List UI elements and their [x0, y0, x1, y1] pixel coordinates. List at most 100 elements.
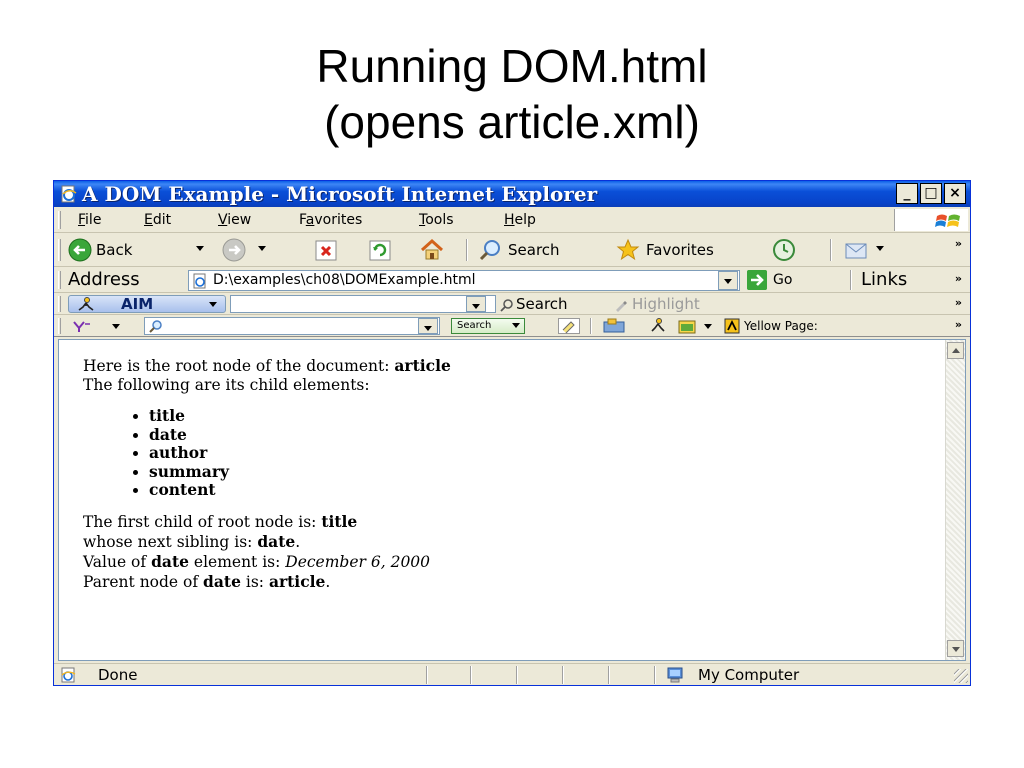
status-bar: Done My Computer — [54, 663, 970, 685]
child-element-name: date — [149, 424, 187, 444]
yellow-pages-button[interactable]: Yellow Page: — [744, 317, 818, 335]
root-node-line: Here is the root node of the document: a… — [83, 356, 933, 376]
child-elements-intro: The following are its child elements: — [83, 376, 370, 394]
standard-toolbar: Back Search Favorites » — [54, 233, 970, 267]
aim-chevron[interactable]: » — [955, 296, 962, 309]
aim-highlight-button[interactable]: Highlight — [632, 294, 700, 314]
resize-grip-icon[interactable] — [954, 669, 968, 683]
child-element-name: content — [149, 480, 216, 499]
aim-search-dropdown-button[interactable] — [466, 296, 486, 312]
highlighter-icon[interactable] — [614, 298, 628, 312]
document-viewport[interactable]: Here is the root node of the document: a… — [58, 339, 966, 661]
menu-favorites[interactable]: Favorites — [299, 211, 362, 229]
go-label: Go — [773, 272, 793, 288]
yahoo-chevron[interactable]: » — [955, 318, 962, 331]
security-zone-text: My Computer — [698, 666, 800, 684]
value-text: December 6, 2000 — [285, 552, 431, 571]
first-child-prefix: The first child of root node is: — [83, 512, 322, 531]
yahoo-search-input[interactable] — [144, 317, 440, 335]
sibling-prefix: whose next sibling is: — [83, 532, 258, 551]
maximize-button[interactable]: □ — [920, 183, 942, 204]
favorites-star-icon[interactable] — [616, 238, 640, 262]
window-titlebar[interactable]: A DOM Example - Microsoft Internet Explo… — [54, 181, 970, 207]
parent-mid: is: — [240, 572, 269, 591]
ie-page-icon — [193, 273, 206, 289]
menu-edit[interactable]: Edit — [144, 211, 171, 229]
back-button[interactable]: Back — [96, 238, 132, 262]
links-button[interactable]: Links — [861, 269, 907, 291]
yahoo-search-button[interactable]: Search — [451, 318, 525, 334]
toolbar-grip[interactable] — [58, 318, 61, 334]
browser-window: A DOM Example - Microsoft Internet Explo… — [53, 180, 971, 686]
home-icon[interactable] — [420, 238, 444, 262]
status-divider — [608, 666, 610, 684]
magnifier-icon[interactable] — [500, 298, 514, 312]
status-divider — [654, 666, 656, 684]
menu-view[interactable]: View — [218, 211, 251, 229]
aim-search-button[interactable]: Search — [516, 294, 568, 314]
menu-tools-label: ools — [425, 212, 454, 228]
mail-dropdown-icon[interactable] — [876, 246, 884, 251]
address-input[interactable]: D:\examples\ch08\DOMExample.html — [188, 270, 740, 291]
yahoo-dropdown-icon[interactable] — [112, 324, 120, 329]
favorites-button[interactable]: Favorites — [646, 238, 714, 262]
window-title: A DOM Example - Microsoft Internet Explo… — [82, 182, 598, 206]
value-prefix: Value of — [83, 552, 152, 571]
messenger-icon[interactable] — [650, 318, 666, 334]
toolbar-grip[interactable] — [58, 271, 61, 289]
back-dropdown-icon[interactable] — [196, 246, 204, 251]
vertical-scrollbar[interactable] — [945, 340, 965, 660]
minimize-button[interactable]: _ — [896, 183, 918, 204]
stop-icon[interactable] — [314, 238, 338, 262]
history-icon[interactable] — [772, 238, 796, 262]
back-arrow-icon[interactable] — [68, 238, 92, 262]
scroll-up-button[interactable] — [947, 342, 964, 359]
address-dropdown-button[interactable] — [718, 271, 738, 290]
menu-edit-label: dit — [152, 212, 172, 228]
windows-flag-icon — [935, 214, 960, 227]
list-item: author — [149, 443, 933, 463]
list-item: content — [149, 480, 933, 500]
ie-page-icon — [61, 667, 76, 683]
highlighter-icon[interactable] — [558, 318, 580, 334]
chevron-down-icon — [512, 323, 520, 328]
magnifier-icon — [149, 320, 162, 333]
toolbar-grip[interactable] — [58, 239, 61, 261]
calendar-dropdown-icon[interactable] — [704, 324, 712, 329]
forward-arrow-icon[interactable] — [222, 238, 246, 262]
search-icon[interactable] — [478, 238, 502, 262]
child-element-name: author — [149, 443, 208, 462]
links-chevron[interactable]: » — [955, 272, 962, 285]
yahoo-search-dropdown-button[interactable] — [418, 318, 438, 334]
ie-page-icon — [61, 185, 77, 203]
list-item: date — [149, 424, 933, 445]
menu-file[interactable]: File — [78, 211, 101, 229]
refresh-icon[interactable] — [368, 238, 392, 262]
close-button[interactable]: × — [944, 183, 966, 204]
yahoo-icon[interactable] — [72, 319, 92, 333]
list-item: title — [149, 406, 933, 426]
toolbar-separator — [590, 318, 592, 334]
toolbar-grip[interactable] — [58, 296, 61, 312]
go-arrow-icon — [747, 270, 767, 290]
slide-title-line1: Running DOM.html — [316, 40, 708, 92]
menu-help[interactable]: Help — [504, 211, 536, 229]
value-mid: element is: — [188, 552, 286, 571]
toolbar-grip[interactable] — [58, 211, 61, 229]
aim-button[interactable]: AIM — [68, 295, 226, 313]
menu-tools[interactable]: Tools — [419, 211, 454, 229]
scroll-down-button[interactable] — [947, 640, 964, 657]
aim-search-input[interactable] — [230, 295, 496, 313]
search-button[interactable]: Search — [508, 238, 560, 262]
toolbar-chevron[interactable]: » — [955, 237, 962, 250]
parent-suffix: . — [325, 572, 331, 591]
menu-favorites-post: vorites — [314, 212, 363, 228]
page-body: Here is the root node of the document: a… — [83, 356, 933, 592]
message-icon[interactable] — [602, 318, 626, 334]
sibling-line: whose next sibling is: date. — [83, 532, 933, 552]
sibling-value: date — [257, 531, 296, 551]
forward-dropdown-icon[interactable] — [258, 246, 266, 251]
mail-icon[interactable] — [844, 238, 868, 262]
calendar-icon[interactable] — [678, 318, 696, 334]
toolbar-separator — [466, 239, 468, 261]
